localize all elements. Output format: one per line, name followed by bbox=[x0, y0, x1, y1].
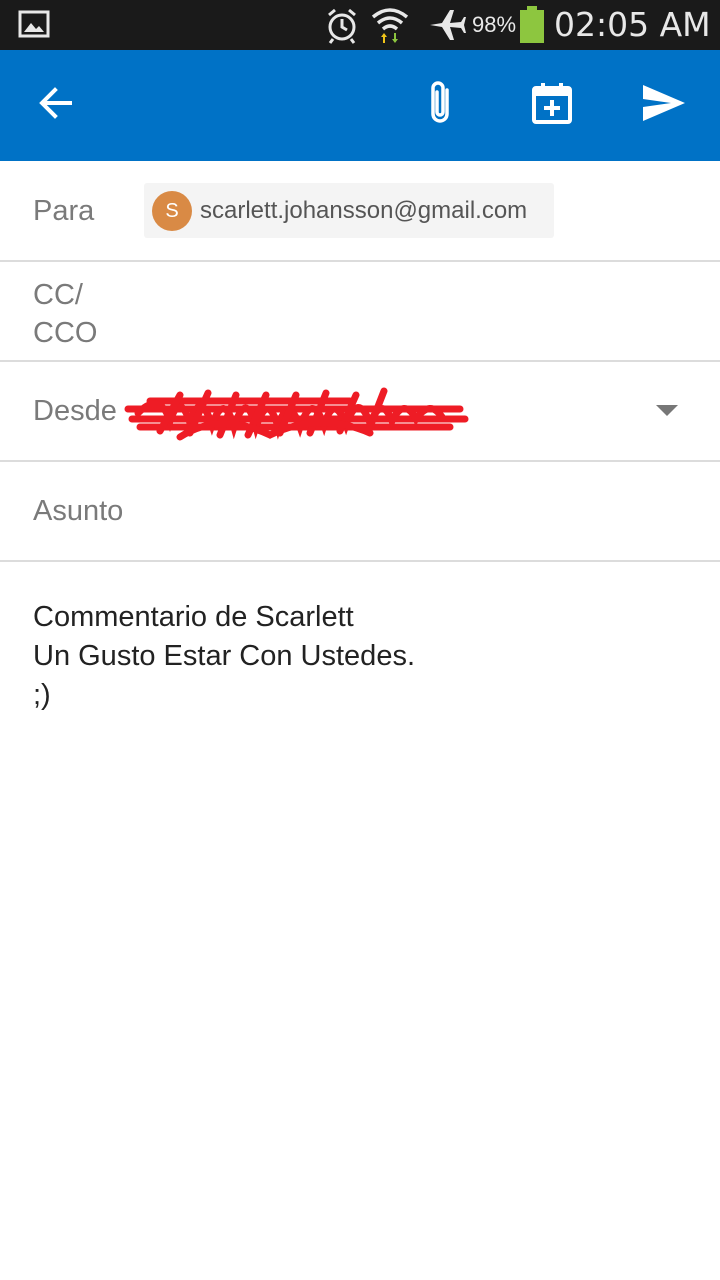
paperclip-icon bbox=[425, 78, 455, 133]
status-bar: 98% 02:05 AM bbox=[0, 0, 720, 50]
from-label: Desde bbox=[33, 395, 117, 427]
attach-button[interactable] bbox=[400, 50, 480, 161]
subject-placeholder: Asunto bbox=[33, 495, 124, 527]
airplane-icon bbox=[428, 8, 466, 47]
send-button[interactable] bbox=[624, 50, 704, 161]
recipient-email: scarlett.johansson@gmail.com bbox=[200, 197, 528, 224]
from-row[interactable]: Desde bbox=[0, 361, 720, 462]
battery-percent: 98% bbox=[472, 12, 517, 37]
cc-bcc-row[interactable]: CC/ CCO bbox=[0, 261, 720, 362]
gallery-icon bbox=[18, 10, 50, 43]
send-icon bbox=[641, 83, 687, 128]
back-button[interactable] bbox=[16, 50, 96, 161]
message-body[interactable]: Commentario de Scarlett Un Gusto Estar C… bbox=[33, 598, 683, 715]
wifi-icon bbox=[370, 5, 410, 50]
to-row[interactable]: Para S scarlett.johansson@gmail.com bbox=[0, 161, 720, 262]
to-label: Para bbox=[33, 195, 95, 227]
battery-icon bbox=[519, 6, 545, 49]
back-arrow-icon bbox=[36, 83, 76, 128]
compose-toolbar bbox=[0, 50, 720, 161]
alarm-icon bbox=[324, 6, 360, 49]
cc-bcc-label: CC/ CCO bbox=[33, 279, 98, 349]
calendar-add-icon bbox=[531, 82, 573, 129]
recipient-chip[interactable]: S scarlett.johansson@gmail.com bbox=[144, 183, 554, 238]
schedule-event-button[interactable] bbox=[512, 50, 592, 161]
avatar: S bbox=[152, 191, 192, 231]
clock: 02:05 AM bbox=[554, 5, 711, 44]
from-dropdown-arrow-icon[interactable] bbox=[656, 405, 678, 416]
redacted-sender-scribble bbox=[120, 381, 480, 456]
subject-row[interactable]: Asunto bbox=[0, 461, 720, 562]
